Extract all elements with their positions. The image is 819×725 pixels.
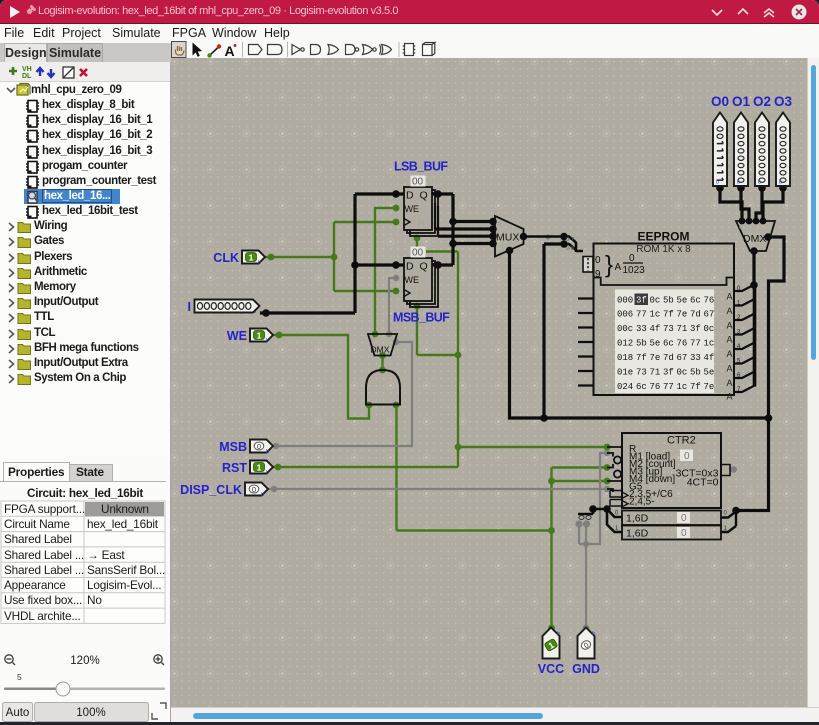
svg-text:b: b: [261, 492, 264, 498]
svg-text:D: D: [406, 261, 414, 273]
svg-text:Circuit Name: Circuit Name: [4, 517, 70, 531]
svg-text:WE: WE: [405, 204, 420, 214]
svg-text:R: R: [418, 218, 426, 230]
svg-text:VHDL archite...: VHDL archite...: [4, 609, 81, 623]
svg-text:b: b: [716, 180, 719, 186]
svg-text:Q: Q: [420, 261, 428, 273]
svg-text:Shared Label ...: Shared Label ...: [4, 563, 84, 577]
svg-text:A: A: [727, 292, 733, 302]
svg-text:006771c7f7e7d67: 006771c7f7e7d67: [617, 310, 714, 320]
svg-text:0246c76771c7f7e: 0246c76771c7f7e: [617, 382, 714, 392]
svg-text:Unknown: Unknown: [101, 502, 149, 516]
svg-text:DMX: DMX: [743, 233, 766, 245]
svg-text:00: 00: [412, 177, 424, 188]
svg-text:0: 0: [681, 513, 687, 524]
svg-text:100%: 100%: [76, 707, 105, 719]
svg-text:A: A: [727, 378, 733, 388]
svg-text:CTR2: CTR2: [667, 435, 696, 447]
svg-text:Shared Label: Shared Label: [4, 532, 72, 546]
svg-text:A: A: [727, 349, 733, 359]
svg-text:0003f0c5b5e6c76: 0003f0c5b5e6c76: [617, 295, 714, 305]
svg-text:Use fixed box...: Use fixed box...: [4, 593, 82, 607]
svg-text:9-8: 9-8: [566, 246, 574, 252]
svg-text:GND: GND: [572, 662, 600, 676]
svg-text:A: A: [727, 321, 733, 331]
svg-text:O2: O2: [753, 94, 771, 109]
svg-text:I: I: [188, 300, 191, 314]
svg-text:DL: DL: [22, 73, 32, 80]
svg-text:O3: O3: [774, 94, 793, 109]
svg-text:Logisim-Evol...: Logisim-Evol...: [87, 578, 161, 592]
svg-text:b: b: [266, 470, 269, 476]
svg-text:SansSerif Bol...: SansSerif Bol...: [87, 563, 165, 577]
svg-text:b: b: [737, 180, 740, 186]
svg-text:0: 0: [684, 451, 690, 462]
svg-text:0187f7e7d67334f: 0187f7e7d67334f: [617, 353, 714, 363]
svg-text:b: b: [266, 338, 269, 344]
svg-text:EEPROM: EEPROM: [637, 230, 689, 244]
svg-text:01e73713f0c5b5e: 01e73713f0c5b5e: [617, 368, 714, 378]
svg-text:0-7: 0-7: [566, 237, 574, 243]
svg-text:1,6D: 1,6D: [626, 513, 649, 525]
svg-text:b: b: [266, 449, 269, 455]
svg-text:b: b: [779, 180, 782, 186]
svg-text:0: 0: [681, 528, 687, 539]
svg-text:Circuit: hex_led_16bit: Circuit: hex_led_16bit: [27, 486, 143, 500]
svg-text:hex_led_16bit: hex_led_16bit: [87, 517, 159, 531]
svg-text:WE: WE: [405, 275, 420, 285]
svg-text:2,4,5-: 2,4,5-: [629, 497, 655, 508]
svg-text:00: 00: [412, 248, 424, 259]
svg-text:RST: RST: [222, 461, 247, 475]
svg-text:Appearance: Appearance: [4, 578, 66, 592]
svg-text:ROM 1K x 8: ROM 1K x 8: [636, 244, 691, 255]
svg-text:A: A: [727, 392, 733, 402]
svg-text:Shared Label ...: Shared Label ...: [4, 548, 84, 562]
svg-text:}: }: [605, 252, 613, 279]
svg-text:1023: 1023: [623, 265, 646, 276]
svg-text:0125b5e6c76771c: 0125b5e6c76771c: [617, 339, 714, 349]
svg-text:VH: VH: [22, 66, 32, 73]
svg-text:0: 0: [371, 337, 375, 344]
svg-text:00c334f73713f0c: 00c334f73713f0c: [617, 324, 714, 334]
svg-text:0: 0: [739, 224, 743, 231]
svg-text:DISP_CLK: DISP_CLK: [180, 483, 242, 497]
svg-text:0: 0: [498, 221, 502, 228]
svg-text:0: 0: [629, 253, 635, 264]
svg-text:O1: O1: [732, 94, 751, 109]
svg-text:O0: O0: [711, 94, 729, 109]
svg-text:MSB_BUF: MSB_BUF: [393, 311, 450, 325]
svg-text:DMX: DMX: [371, 345, 390, 355]
svg-text:120%: 120%: [70, 655, 99, 667]
svg-text:MUX: MUX: [496, 232, 519, 244]
svg-text:A: A: [615, 262, 622, 273]
svg-text:A: A: [727, 306, 733, 316]
svg-text:D: D: [406, 190, 414, 202]
svg-text:FPGA support...: FPGA support...: [4, 502, 85, 516]
svg-text:1,6D: 1,6D: [626, 528, 649, 540]
svg-text:0: 0: [595, 255, 601, 266]
svg-text:WE: WE: [227, 329, 247, 343]
svg-text:A: A: [225, 43, 235, 59]
svg-text:No: No: [87, 593, 102, 607]
svg-text:b: b: [758, 180, 761, 186]
svg-text:b: b: [557, 631, 560, 637]
svg-text:CLK: CLK: [213, 251, 239, 265]
svg-text:MSB: MSB: [219, 440, 247, 454]
svg-text:4CT=0: 4CT=0: [687, 477, 719, 489]
svg-text:Auto: Auto: [6, 707, 30, 719]
svg-text:Q: Q: [420, 190, 428, 202]
svg-text:Properties: Properties: [8, 465, 65, 479]
svg-text:9: 9: [595, 269, 601, 280]
svg-text:b: b: [258, 260, 261, 266]
svg-text:VCC: VCC: [538, 662, 564, 676]
svg-text:State: State: [76, 465, 104, 479]
svg-text:A: A: [727, 364, 733, 374]
svg-text:b: b: [592, 631, 595, 637]
svg-text:5: 5: [17, 672, 22, 682]
svg-text:R: R: [418, 289, 426, 301]
svg-text:A: A: [727, 335, 733, 345]
svg-text:→ East: → East: [87, 548, 125, 562]
svg-text:LSB_BUF: LSB_BUF: [394, 160, 448, 174]
